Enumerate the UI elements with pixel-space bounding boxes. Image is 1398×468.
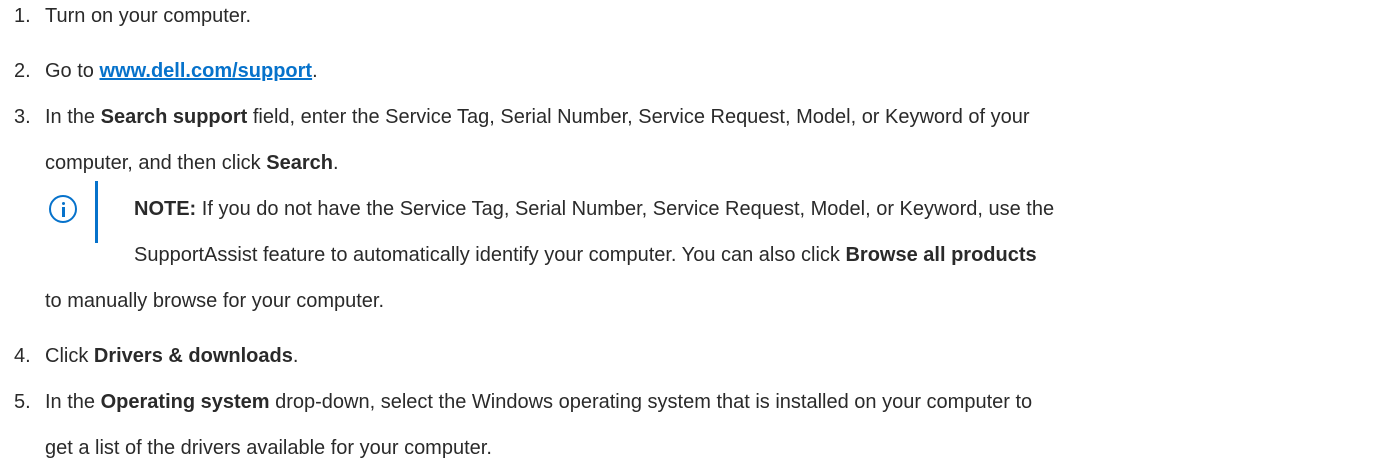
step-text: drop-down, select the Windows operating …: [269, 391, 1033, 413]
step-1: 1. Turn on your computer.: [14, 0, 251, 32]
note-label: NOTE:: [134, 198, 197, 220]
ui-term-search-support: Search support: [100, 106, 248, 128]
step-text: In the: [45, 106, 101, 128]
step-5: 5. In the Operating system drop-down, sel…: [14, 386, 1032, 418]
note-line-1: NOTE: If you do not have the Service Tag…: [134, 193, 1054, 225]
step-text: Turn on your computer.: [45, 5, 252, 27]
step-number: 5.: [14, 391, 31, 413]
ui-term-drivers-downloads: Drivers & downloads: [93, 345, 293, 367]
note-line-2: SupportAssist feature to automatically i…: [134, 239, 1037, 271]
step-text: get a list of the drivers available for …: [45, 437, 492, 459]
note-line-3: to manually browse for your computer.: [45, 285, 384, 317]
step-number: 4.: [14, 345, 31, 367]
note-text: to manually browse for your computer.: [45, 290, 385, 312]
step-text: .: [292, 345, 299, 367]
step-5-continuation: get a list of the drivers available for …: [45, 432, 492, 464]
info-icon: [49, 195, 77, 223]
step-text: field, enter the Service Tag, Serial Num…: [247, 106, 1030, 128]
note-text: If you do not have the Service Tag, Seri…: [196, 198, 1055, 220]
step-text: .: [332, 152, 339, 174]
step-3: 3. In the Search support field, enter the…: [14, 101, 1030, 133]
step-4: 4. Click Drivers & downloads.: [14, 340, 298, 372]
step-number: 3.: [14, 106, 31, 128]
ui-term-browse-all-products: Browse all products: [845, 244, 1037, 266]
dell-support-link[interactable]: www.dell.com/support: [99, 60, 312, 82]
step-number: 2.: [14, 60, 31, 82]
step-text: Go to: [45, 60, 100, 82]
step-number: 1.: [14, 5, 31, 27]
ui-term-search: Search: [266, 152, 333, 174]
step-text: In the: [45, 391, 101, 413]
step-2: 2. Go to www.dell.com/support.: [14, 55, 318, 87]
note-divider: [95, 181, 98, 243]
step-text: Click: [45, 345, 94, 367]
step-3-continuation: computer, and then click Search.: [45, 147, 339, 179]
note-text: SupportAssist feature to automatically i…: [134, 244, 846, 266]
step-text: computer, and then click: [45, 152, 267, 174]
ui-term-operating-system: Operating system: [100, 391, 270, 413]
step-text: .: [312, 60, 318, 82]
